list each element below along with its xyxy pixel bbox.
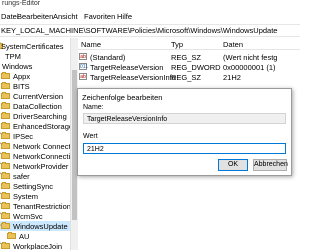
tree-item-appx[interactable]: Appx — [0, 71, 70, 81]
value-name: TargetReleaseVersion — [90, 63, 164, 72]
key-tree: › SystemCertificates TPM Windows Appx BI… — [0, 38, 70, 250]
folder-icon — [1, 192, 10, 199]
ok-button[interactable]: OK — [218, 159, 248, 171]
dialog-title: Zeichenfolge bearbeiten — [82, 93, 163, 102]
tree-item-ipsec[interactable]: › IPSec — [0, 131, 70, 141]
value-type: REG_DWORD — [171, 63, 221, 72]
folder-icon — [1, 182, 10, 189]
tree-item-windowsupdate[interactable]: ⌄ WindowsUpdate — [0, 221, 70, 231]
tree-item-windows[interactable]: Windows — [0, 61, 70, 71]
table-row[interactable]: 011 TargetReleaseVersion REG_DWORD 0x000… — [78, 62, 300, 72]
menu-help[interactable]: Hilfe — [117, 12, 132, 21]
menu-bar: Datei Bearbeiten Ansicht Favoriten Hilfe — [0, 11, 300, 22]
address-path[interactable]: KEY_LOCAL_MACHINE\SOFTWARE\Policies\Micr… — [1, 26, 277, 35]
table-row[interactable]: ab (Standard) REG_SZ (Wert nicht festg — [78, 52, 300, 62]
value-input[interactable]: 21H2 — [83, 143, 286, 154]
folder-icon — [1, 92, 10, 99]
edit-string-dialog: Zeichenfolge bearbeiten Name: TargetRele… — [77, 88, 292, 176]
tree-item-networkprovider[interactable]: › NetworkProvider — [0, 161, 70, 171]
folder-icon — [1, 212, 10, 219]
tree-item-bits[interactable]: BITS — [0, 81, 70, 91]
folder-icon — [1, 202, 10, 209]
column-header-type[interactable]: Typ — [171, 40, 183, 49]
menu-file[interactable]: Datei — [1, 12, 19, 21]
folder-icon — [1, 82, 10, 89]
folder-icon — [1, 112, 10, 119]
tree-item-system[interactable]: › System — [0, 191, 70, 201]
folder-icon — [1, 242, 10, 249]
dword-value-icon: 011 — [79, 63, 88, 70]
tree-item-enhancedstorage[interactable]: EnhancedStorageDe — [0, 121, 70, 131]
menu-favorites[interactable]: Favoriten — [84, 12, 115, 21]
tree-item-datacollection[interactable]: DataCollection — [0, 101, 70, 111]
value-name: TargetReleaseVersionInfo — [90, 73, 176, 82]
tree-item-safer[interactable]: › safer — [0, 171, 70, 181]
folder-icon — [1, 172, 10, 179]
name-field: TargetReleaseVersionInfo — [83, 113, 286, 124]
window-title: rungs-Editor — [2, 0, 41, 7]
tree-item-tenantrestrictions[interactable]: › TenantRestrictions — [0, 201, 70, 211]
title-bar: rungs-Editor — [0, 0, 300, 9]
string-value-icon: ab — [79, 53, 87, 60]
menu-edit[interactable]: Bearbeiten — [17, 12, 53, 21]
column-header-name[interactable]: Name — [81, 40, 101, 49]
name-label: Name: — [83, 104, 104, 111]
tree-item-wcmsvc[interactable]: › WcmSvc — [0, 211, 70, 221]
tree-item-systemcertificates[interactable]: › SystemCertificates — [0, 41, 70, 51]
folder-icon — [1, 152, 10, 159]
folder-icon — [1, 162, 10, 169]
tree-item-currentversion[interactable]: CurrentVersion — [0, 91, 70, 101]
folder-icon — [1, 102, 10, 109]
table-row[interactable]: ab TargetReleaseVersionInfo REG_SZ 21H2 — [78, 72, 300, 82]
tree-item-networkconnectivity[interactable]: › NetworkConnectivity — [0, 151, 70, 161]
value-data: 21H2 — [223, 73, 241, 82]
column-header-data[interactable]: Daten — [223, 40, 243, 49]
tree-item-au[interactable]: AU — [0, 231, 70, 241]
value-type: REG_SZ — [171, 53, 202, 62]
folder-icon — [1, 132, 10, 139]
menu-view[interactable]: Ansicht — [53, 12, 78, 21]
folder-open-icon — [1, 222, 10, 229]
tree-item-network-connections[interactable]: › Network Connection — [0, 141, 70, 151]
cancel-button[interactable]: Abbrechen — [253, 159, 288, 171]
tree-item-settingsync[interactable]: SettingSync — [0, 181, 70, 191]
value-label: Wert — [83, 133, 98, 140]
tree-item-tpm[interactable]: TPM — [0, 51, 70, 61]
folder-icon — [1, 122, 10, 129]
value-data: (Wert nicht festg — [223, 53, 278, 62]
tree-item-workplacejoin[interactable]: › WorkplaceJoin — [0, 241, 70, 250]
folder-icon — [7, 232, 16, 239]
value-name: (Standard) — [90, 53, 126, 62]
value-type: REG_SZ — [171, 73, 202, 82]
value-data: 0x00000001 (1) — [223, 63, 276, 72]
address-bar[interactable]: KEY_LOCAL_MACHINE\SOFTWARE\Policies\Micr… — [0, 24, 300, 37]
folder-icon — [1, 72, 10, 79]
folder-icon — [1, 142, 10, 149]
string-value-icon: ab — [79, 73, 87, 80]
list-header: Name Typ Daten — [78, 38, 300, 50]
tree-item-driversearching[interactable]: DriverSearching — [0, 111, 70, 121]
